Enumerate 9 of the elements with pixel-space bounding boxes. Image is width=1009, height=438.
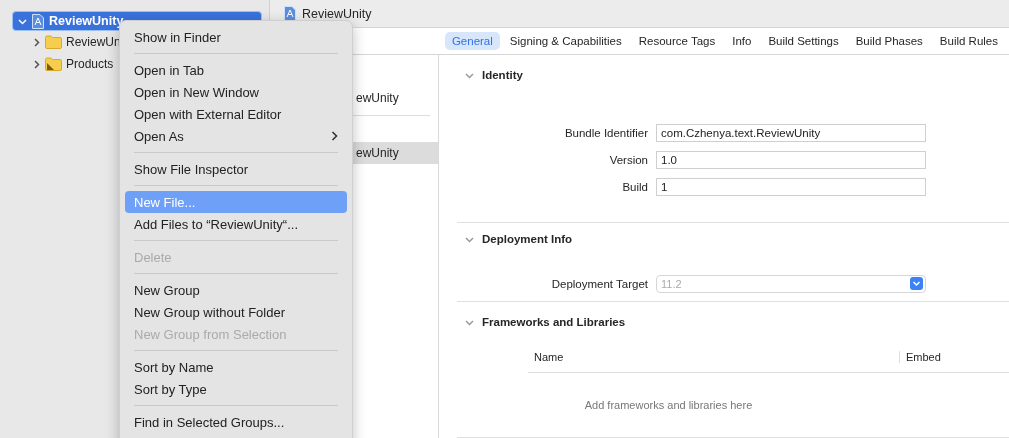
field-label: Bundle Identifier <box>563 126 649 139</box>
empty-message: Add frameworks and libraries here <box>584 399 753 411</box>
field-label: Version <box>608 153 649 166</box>
section-title: Identity <box>482 69 523 81</box>
file-title: ReviewUnity <box>302 6 372 21</box>
field-label: Build <box>621 180 649 193</box>
section-title: Frameworks and Libraries <box>482 316 626 328</box>
section-title: Deployment Info <box>482 233 573 245</box>
field-label: Deployment Target <box>550 277 649 290</box>
